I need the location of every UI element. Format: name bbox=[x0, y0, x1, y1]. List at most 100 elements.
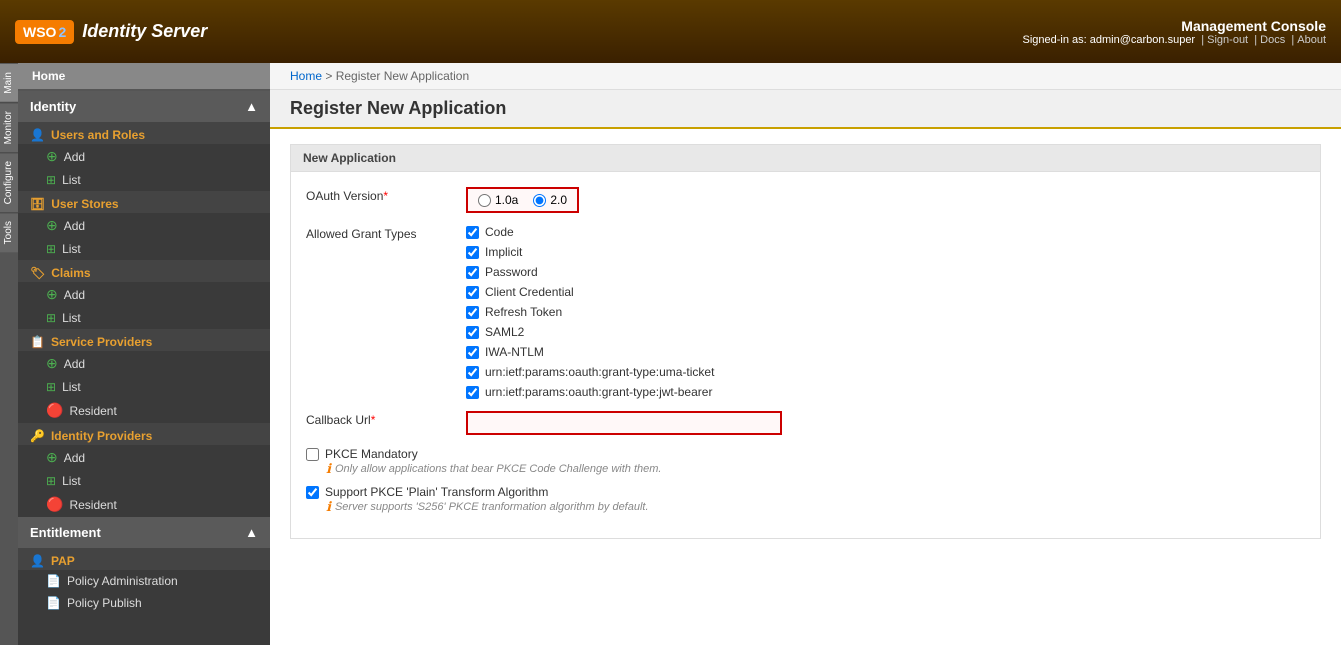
add-icon: ⊕ bbox=[46, 217, 58, 234]
grant-type-jwt-bearer[interactable]: urn:ietf:params:oauth:grant-type:jwt-bea… bbox=[466, 385, 1305, 399]
sign-out-link[interactable]: Sign-out bbox=[1207, 34, 1248, 46]
page-title-bar: Register New Application bbox=[270, 90, 1341, 129]
sidebar-item-stores-list[interactable]: ⊞ List bbox=[18, 238, 270, 260]
sidebar-item-claims-list[interactable]: ⊞ List bbox=[18, 307, 270, 329]
about-link[interactable]: About bbox=[1297, 34, 1326, 46]
sidebar-item-sp-list[interactable]: ⊞ List bbox=[18, 376, 270, 398]
policy-publish-icon: 📄 bbox=[46, 596, 61, 610]
info-icon: ℹ bbox=[326, 461, 331, 477]
grant-refresh-token-checkbox[interactable] bbox=[466, 306, 479, 319]
info-icon: ℹ bbox=[326, 499, 331, 515]
logo-area: WSO2 Identity Server bbox=[15, 20, 207, 44]
sidebar-item-users-add[interactable]: ⊕ Add bbox=[18, 144, 270, 169]
resident-icon: 🔴 bbox=[46, 402, 63, 419]
service-providers-label: Service Providers bbox=[51, 335, 152, 349]
grant-iwa-ntlm-checkbox[interactable] bbox=[466, 346, 479, 359]
sidebar-item-sp-resident[interactable]: 🔴 Resident bbox=[18, 398, 270, 423]
sidebar-entitlement-toggle: ▲ bbox=[245, 525, 258, 540]
sidebar: Home Identity ▲ 👤 Users and Roles ⊕ Add … bbox=[18, 63, 270, 645]
list-icon: ⊞ bbox=[46, 474, 56, 488]
signed-in-label: Signed-in as: bbox=[1022, 34, 1086, 46]
grant-type-password[interactable]: Password bbox=[466, 265, 1305, 279]
grant-implicit-checkbox[interactable] bbox=[466, 246, 479, 259]
sidebar-item-label: Add bbox=[64, 150, 85, 164]
grant-type-code[interactable]: Code bbox=[466, 225, 1305, 239]
users-roles-icon: 👤 bbox=[30, 128, 45, 142]
header-right: Management Console Signed-in as: admin@c… bbox=[1022, 18, 1326, 46]
grant-type-refresh-token[interactable]: Refresh Token bbox=[466, 305, 1305, 319]
grant-type-client-credential[interactable]: Client Credential bbox=[466, 285, 1305, 299]
sidebar-home[interactable]: Home bbox=[18, 63, 270, 91]
oauth-10a-option[interactable]: 1.0a bbox=[478, 193, 518, 207]
list-icon: ⊞ bbox=[46, 380, 56, 394]
sidebar-item-label: List bbox=[62, 311, 81, 325]
sidebar-identity-toggle: ▲ bbox=[245, 99, 258, 114]
sidebar-item-users-list[interactable]: ⊞ List bbox=[18, 169, 270, 191]
grant-type-iwa-ntlm[interactable]: IWA-NTLM bbox=[466, 345, 1305, 359]
sidebar-identity-label: Identity bbox=[30, 99, 76, 114]
pkce-mandatory-checkbox[interactable] bbox=[306, 448, 319, 461]
pkce-plain-checkbox[interactable] bbox=[306, 486, 319, 499]
sidebar-group-user-stores[interactable]: 🗄 User Stores bbox=[18, 191, 270, 213]
sidebar-item-label: Policy Publish bbox=[67, 596, 142, 610]
pkce-plain-row: Support PKCE 'Plain' Transform Algorithm… bbox=[306, 485, 1305, 515]
add-icon: ⊕ bbox=[46, 355, 58, 372]
pkce-plain-note: ℹ Server supports 'S256' PKCE tranformat… bbox=[326, 499, 1305, 515]
sidebar-item-claims-add[interactable]: ⊕ Add bbox=[18, 282, 270, 307]
tab-configure[interactable]: Configure bbox=[0, 152, 18, 212]
claims-label: Claims bbox=[51, 266, 90, 280]
docs-link[interactable]: Docs bbox=[1260, 34, 1285, 46]
sidebar-item-label: List bbox=[62, 173, 81, 187]
sidebar-item-sp-add[interactable]: ⊕ Add bbox=[18, 351, 270, 376]
sidebar-item-label: Add bbox=[64, 451, 85, 465]
sidebar-group-pap[interactable]: 👤 PAP bbox=[18, 548, 270, 570]
grant-code-checkbox[interactable] bbox=[466, 226, 479, 239]
tab-monitor[interactable]: Monitor bbox=[0, 102, 18, 152]
grant-types-label: Allowed Grant Types bbox=[306, 225, 466, 241]
sidebar-item-idp-resident[interactable]: 🔴 Resident bbox=[18, 492, 270, 517]
sidebar-item-label: Add bbox=[64, 357, 85, 371]
grant-jwt-bearer-checkbox[interactable] bbox=[466, 386, 479, 399]
grant-saml2-checkbox[interactable] bbox=[466, 326, 479, 339]
sidebar-group-identity-providers[interactable]: 🔑 Identity Providers bbox=[18, 423, 270, 445]
grant-password-checkbox[interactable] bbox=[466, 266, 479, 279]
oauth-10a-radio[interactable] bbox=[478, 194, 491, 207]
sidebar-item-policy-admin[interactable]: 📄 Policy Administration bbox=[18, 570, 270, 592]
oauth-20-radio[interactable] bbox=[533, 194, 546, 207]
breadcrumb-home[interactable]: Home bbox=[290, 69, 322, 83]
sidebar-entitlement-header[interactable]: Entitlement ▲ bbox=[18, 517, 270, 548]
sidebar-group-users-roles[interactable]: 👤 Users and Roles bbox=[18, 122, 270, 144]
grant-type-uma-ticket[interactable]: urn:ietf:params:oauth:grant-type:uma-tic… bbox=[466, 365, 1305, 379]
callback-url-input[interactable] bbox=[474, 416, 774, 430]
sidebar-item-idp-list[interactable]: ⊞ List bbox=[18, 470, 270, 492]
sidebar-group-service-providers[interactable]: 📋 Service Providers bbox=[18, 329, 270, 351]
mgmt-title: Management Console bbox=[1022, 18, 1326, 34]
pap-label: PAP bbox=[51, 554, 75, 568]
logo-badge: WSO2 bbox=[15, 20, 74, 44]
callback-url-controls bbox=[466, 411, 1305, 435]
oauth-20-option[interactable]: 2.0 bbox=[533, 193, 567, 207]
sidebar-item-label: Resident bbox=[69, 498, 116, 512]
grant-type-implicit[interactable]: Implicit bbox=[466, 245, 1305, 259]
tab-main[interactable]: Main bbox=[0, 63, 18, 102]
sidebar-item-idp-add[interactable]: ⊕ Add bbox=[18, 445, 270, 470]
add-icon: ⊕ bbox=[46, 449, 58, 466]
sidebar-group-claims[interactable]: 🏷 Claims bbox=[18, 260, 270, 282]
pap-icon: 👤 bbox=[30, 554, 45, 568]
grant-types-row: Allowed Grant Types Code Implicit bbox=[306, 225, 1305, 399]
sidebar-identity-header[interactable]: Identity ▲ bbox=[18, 91, 270, 122]
pkce-plain-label[interactable]: Support PKCE 'Plain' Transform Algorithm bbox=[306, 485, 1305, 499]
grant-uma-ticket-checkbox[interactable] bbox=[466, 366, 479, 379]
grant-client-credential-checkbox[interactable] bbox=[466, 286, 479, 299]
sidebar-item-stores-add[interactable]: ⊕ Add bbox=[18, 213, 270, 238]
sidebar-item-label: Policy Administration bbox=[67, 574, 178, 588]
sidebar-item-policy-publish[interactable]: 📄 Policy Publish bbox=[18, 592, 270, 614]
pkce-mandatory-label[interactable]: PKCE Mandatory bbox=[306, 447, 1305, 461]
sidebar-item-label: List bbox=[62, 474, 81, 488]
breadcrumb-separator: > bbox=[325, 69, 332, 83]
resident-icon: 🔴 bbox=[46, 496, 63, 513]
grant-type-saml2[interactable]: SAML2 bbox=[466, 325, 1305, 339]
tab-tools[interactable]: Tools bbox=[0, 212, 18, 252]
sidebar-item-label: Add bbox=[64, 219, 85, 233]
callback-url-label: Callback Url* bbox=[306, 411, 466, 427]
